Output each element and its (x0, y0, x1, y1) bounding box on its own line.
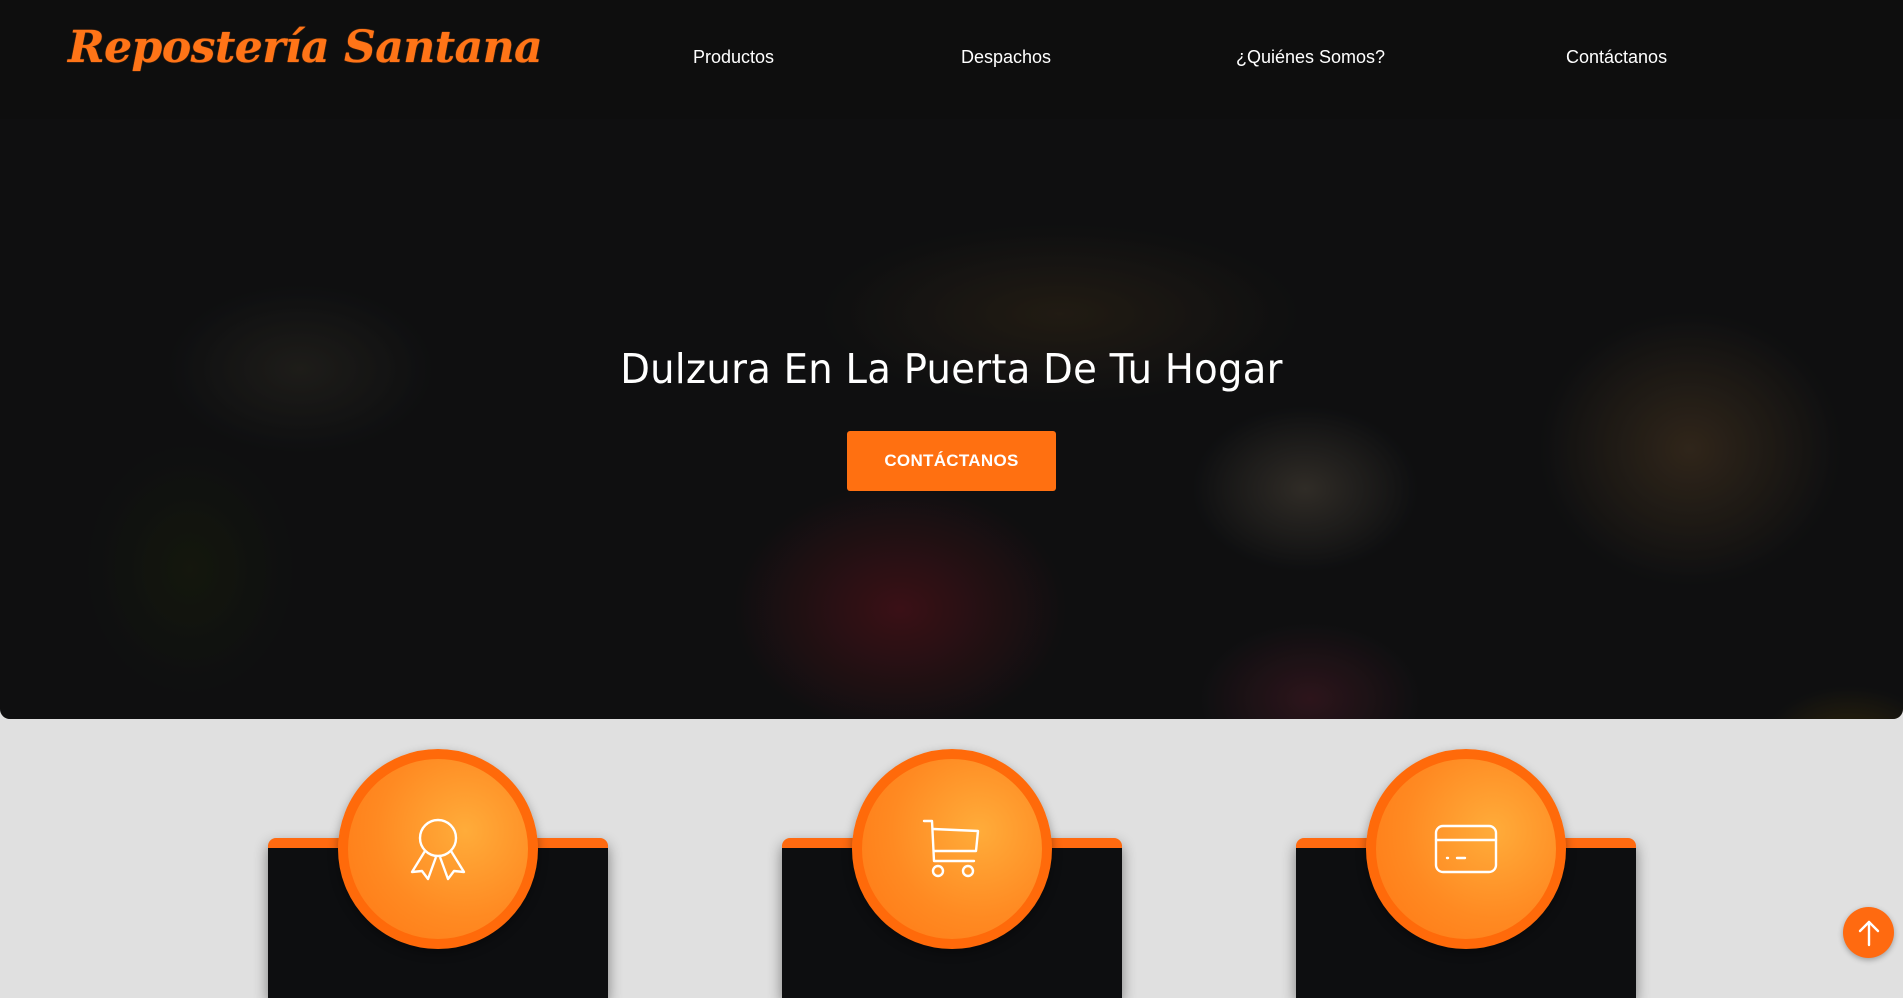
contact-cta-button[interactable]: CONTÁCTANOS (847, 431, 1056, 491)
feature-circle-quality (338, 749, 538, 949)
feature-circle-payment (1366, 749, 1566, 949)
award-ribbon-icon (410, 818, 466, 881)
hero-title: Dulzura En La Puerta De Tu Hogar (620, 345, 1283, 393)
site-header: Repostería Santana Productos Despachos ¿… (0, 0, 1903, 119)
feature-circle-shopping (852, 749, 1052, 949)
main-nav: Productos Despachos ¿Quiénes Somos? Cont… (0, 0, 1903, 119)
nav-link-productos[interactable]: Productos (693, 47, 774, 68)
shopping-cart-icon (922, 819, 980, 878)
arrow-up-icon (1858, 920, 1879, 946)
nav-link-quienes-somos[interactable]: ¿Quiénes Somos? (1236, 47, 1385, 68)
nav-link-contactanos[interactable]: Contáctanos (1566, 47, 1667, 68)
hero-background-image (0, 119, 1903, 719)
back-to-top-button[interactable] (1843, 907, 1894, 958)
credit-card-icon (1434, 824, 1498, 874)
nav-link-despachos[interactable]: Despachos (961, 47, 1051, 68)
hero-banner: Dulzura En La Puerta De Tu Hogar CONTÁCT… (0, 119, 1903, 719)
